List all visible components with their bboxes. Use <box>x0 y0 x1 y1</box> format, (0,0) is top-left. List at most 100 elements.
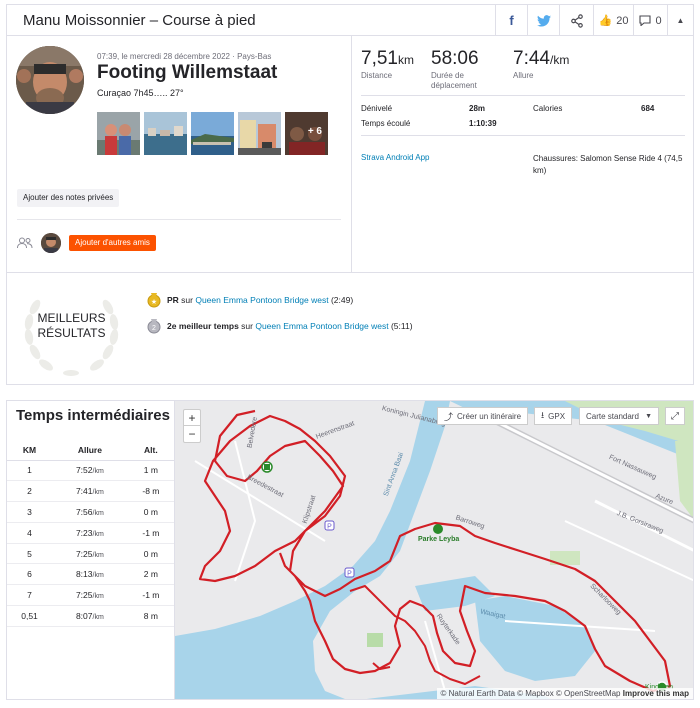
split-pace-value: 7:56 <box>75 506 93 517</box>
split-elevation: 2 m <box>127 563 174 586</box>
improve-map-link[interactable]: Improve this map <box>623 689 689 698</box>
achievement-row: 2 2e meilleur temps sur Queen Emma Ponto… <box>147 318 413 334</box>
silver-medal-icon: 2 <box>147 319 161 334</box>
add-private-notes-button[interactable]: Ajouter des notes privées <box>17 189 120 207</box>
route-icon: ⤴ <box>444 411 454 422</box>
activity-stats: 7,51km Distance 58:06 Durée de déplaceme… <box>353 36 693 272</box>
photo-thumbnail[interactable] <box>144 112 187 155</box>
split-km: 3 <box>7 501 53 523</box>
svg-text:2: 2 <box>152 325 156 332</box>
splits-title: Temps intermédiaires <box>16 407 170 424</box>
activity-title: Footing Willemstaat <box>97 62 278 83</box>
calories-value: 684 <box>641 104 655 113</box>
segment-link[interactable]: Queen Emma Pontoon Bridge west <box>195 295 328 305</box>
split-km: 0,51 <box>7 605 53 627</box>
park-icon <box>433 524 443 534</box>
share-button[interactable] <box>559 5 593 36</box>
parking-icon: P <box>344 567 355 578</box>
caret-down-icon: ▼ <box>645 412 652 420</box>
split-pace-unit: /km <box>92 572 104 580</box>
split-km: 7 <box>7 584 53 607</box>
achievement-text: sur <box>238 321 256 331</box>
split-pace-unit: /km <box>92 551 104 559</box>
page-title: Manu Moissonnier – Course à pied <box>23 12 256 29</box>
zoom-control: + − <box>183 409 201 443</box>
map-attribution: © Natural Earth Data © Mapbox © OpenStre… <box>436 688 693 699</box>
gold-medal-icon: ★ <box>147 293 161 308</box>
photo-thumbnail[interactable] <box>191 112 234 155</box>
split-pace: 7:25/km <box>52 543 128 565</box>
segment-link[interactable]: Queen Emma Pontoon Bridge west <box>255 321 388 331</box>
split-pace-value: 7:52 <box>75 465 93 476</box>
photo-thumbnail[interactable] <box>238 112 281 155</box>
column-header: KM <box>7 440 53 461</box>
activity-card: 07:39, le mercredi 28 décembre 2022 · Pa… <box>6 35 694 385</box>
split-elevation: 0 m <box>127 543 174 565</box>
elapsed-time-label: Temps écoulé <box>361 119 411 128</box>
map-type-select[interactable]: Carte standard ▼ <box>579 407 659 425</box>
split-row: 2 7:41/km -8 m <box>7 480 174 503</box>
split-pace-unit: /km <box>92 489 104 497</box>
download-icon: ⭳ <box>541 410 545 420</box>
kudos-button[interactable]: 👍 20 <box>593 5 633 36</box>
best-results-line1: MEILLEURS <box>37 311 106 325</box>
share-icon <box>570 13 583 28</box>
divider <box>361 135 685 136</box>
achievement-rank: 2e meilleur temps <box>167 321 239 331</box>
best-results-title: MEILLEURS RÉSULTATS <box>19 311 124 341</box>
split-pace-unit: /km <box>92 613 104 621</box>
kudos-count: 20 <box>616 14 629 27</box>
column-header: Alt. <box>127 440 174 461</box>
elevation-value: 28m <box>469 104 486 113</box>
athlete-avatar[interactable] <box>16 46 84 114</box>
split-km: 4 <box>7 522 53 544</box>
split-km: 5 <box>7 543 53 565</box>
distance-unit: km <box>397 53 414 67</box>
zoom-in-button[interactable]: + <box>184 410 200 426</box>
expand-icon: ⤢ <box>671 410 679 422</box>
facebook-share-button[interactable]: f <box>495 5 527 36</box>
comments-button[interactable]: 0 <box>633 5 667 36</box>
header-actions: f 👍 20 0 ▲ <box>495 5 693 36</box>
split-pace-value: 7:25 <box>75 590 93 601</box>
achievement-time: (5:11) <box>388 321 413 331</box>
add-friends-button[interactable]: Ajouter d'autres amis <box>69 235 156 251</box>
split-row: 0,51 8:07/km 8 m <box>7 605 174 627</box>
device-link[interactable]: Strava Android App <box>361 153 430 162</box>
moving-time-label: Durée de déplacement <box>431 71 477 90</box>
twitter-share-button[interactable] <box>527 5 559 36</box>
comments-count: 0 <box>655 14 662 27</box>
gpx-button[interactable]: ⭳ GPX <box>534 407 573 425</box>
split-pace-unit: /km <box>92 530 104 538</box>
friend-avatar[interactable] <box>41 233 61 253</box>
split-pace-unit: /km <box>92 509 104 517</box>
split-pace-value: 8:07 <box>75 610 93 621</box>
more-photos-count: + 6 <box>307 126 322 137</box>
split-row: 4 7:23/km -1 m <box>7 522 174 544</box>
create-route-button[interactable]: ⤴ Créer un itinéraire <box>437 407 529 425</box>
activity-meta: 07:39, le mercredi 28 décembre 2022 · Pa… <box>97 52 272 61</box>
split-elevation: 1 m <box>127 460 174 482</box>
pace-label: Allure <box>513 71 534 80</box>
elevation-label: Dénivelé <box>361 104 393 113</box>
collapse-button[interactable]: ▲ <box>667 5 693 36</box>
fullscreen-button[interactable]: ⤢ <box>665 407 685 425</box>
twitter-icon <box>536 14 551 27</box>
shoes-info: Chaussures: Salomon Sense Ride 4 (74,5 k… <box>533 154 683 175</box>
distance-value: 7,51 <box>361 48 398 69</box>
achievement-row: ★ PR sur Queen Emma Pontoon Bridge west … <box>147 292 353 308</box>
photo-strip: + 6 <box>97 112 328 155</box>
split-pace-value: 7:23 <box>75 527 93 538</box>
split-row: 7 7:25/km -1 m <box>7 584 174 607</box>
column-header: Allure <box>52 440 128 461</box>
divider <box>7 272 693 273</box>
route-map[interactable]: P P Koningin Julianabrug Heerenstraat Br… <box>174 400 694 700</box>
achievement-rank: PR <box>167 295 179 305</box>
split-pace: 7:56/km <box>52 501 128 523</box>
zoom-out-button[interactable]: − <box>184 426 200 442</box>
best-results-badge: MEILLEURS RÉSULTATS <box>19 277 124 382</box>
photo-thumbnail-more[interactable]: + 6 <box>285 112 328 155</box>
stat-moving-time: 58:06 Durée de déplacement <box>431 48 495 91</box>
photo-thumbnail[interactable] <box>97 112 140 155</box>
chevron-up-icon: ▲ <box>676 16 685 25</box>
